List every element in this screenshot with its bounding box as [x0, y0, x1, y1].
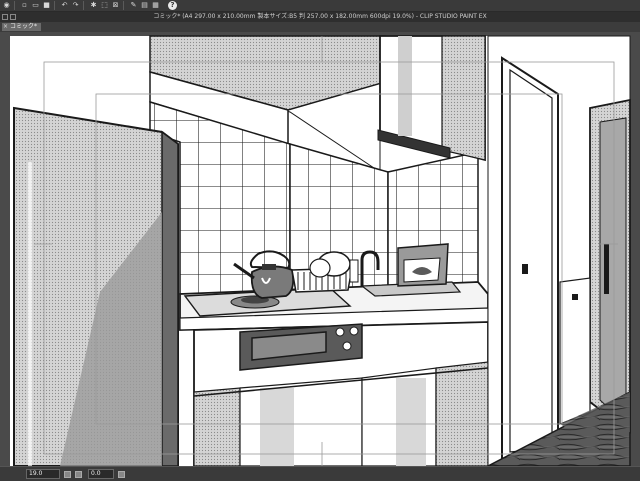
canvas-area[interactable] — [0, 32, 640, 466]
select-icon[interactable]: ⬚ — [100, 1, 109, 10]
rotation-field[interactable]: 0.0 — [88, 469, 114, 479]
layer-icon[interactable]: ▤ — [140, 1, 149, 10]
pen-icon[interactable]: ✎ — [129, 1, 138, 10]
upper-cabinet — [377, 35, 486, 162]
window-control-button[interactable] — [2, 14, 8, 20]
window-title: コミック* (A4 297.00 x 210.00mm 製本サイズ:B5 判 2… — [153, 13, 487, 20]
cutting-board — [397, 243, 449, 287]
toolbar-separator — [123, 1, 124, 10]
help-icon[interactable]: ? — [168, 1, 177, 10]
crop-icon[interactable]: ⊠ — [111, 1, 120, 10]
zoom-field[interactable]: 19.0 — [26, 469, 60, 479]
toolbar-separator — [83, 1, 84, 10]
close-icon[interactable]: × — [3, 23, 8, 31]
window-controls — [2, 12, 16, 22]
new-file-icon[interactable]: ▫ — [20, 1, 29, 10]
lower-cabinet — [193, 321, 489, 466]
door-wall — [487, 35, 631, 466]
canvas-artwork — [10, 35, 631, 466]
document-tab-strip: × コミック* — [0, 22, 640, 32]
open-icon[interactable]: ▭ — [31, 1, 40, 10]
main-toolbar: ◉ ▫ ▭ ■ ↶ ↷ ✱ ⬚ ⊠ ✎ ▤ ▦ ? — [0, 0, 640, 12]
undo-icon[interactable]: ↶ — [60, 1, 69, 10]
toolbar-separator — [54, 1, 55, 10]
save-icon[interactable]: ■ — [42, 1, 51, 10]
zoom-out-icon[interactable] — [64, 470, 71, 478]
toolbar-separator — [14, 1, 15, 10]
window-titlebar: コミック* (A4 297.00 x 210.00mm 製本サイズ:B5 判 2… — [0, 12, 640, 22]
transform-icon[interactable]: ✱ — [89, 1, 98, 10]
window-control-button[interactable] — [10, 14, 16, 20]
tab-label: コミック* — [10, 23, 38, 30]
rotate-icon[interactable] — [118, 470, 125, 478]
zoom-in-icon[interactable] — [75, 470, 82, 478]
eye-icon[interactable]: ◉ — [2, 1, 11, 10]
statusbar: 19.0 0.0 — [0, 466, 640, 481]
redo-icon[interactable]: ↷ — [71, 1, 80, 10]
tab-comic[interactable]: × コミック* — [2, 23, 42, 31]
ruler-icon[interactable]: ▦ — [151, 1, 160, 10]
